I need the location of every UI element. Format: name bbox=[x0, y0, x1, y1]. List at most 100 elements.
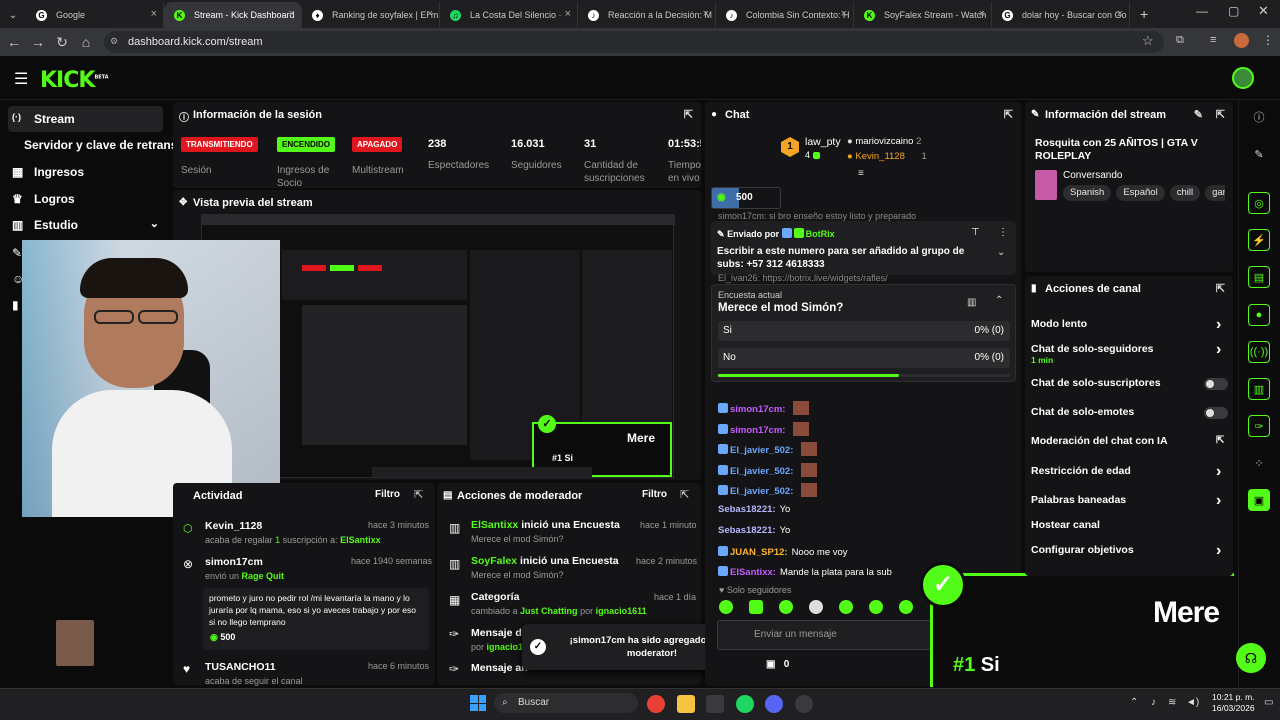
chat-message[interactable]: simon17cm: bbox=[718, 401, 810, 415]
chevron-right-icon[interactable]: › bbox=[1216, 341, 1221, 359]
kick-logo[interactable]: KICKBETA bbox=[40, 68, 109, 93]
leader-name[interactable]: law_pty bbox=[805, 136, 841, 148]
toggle-switch[interactable] bbox=[1204, 378, 1228, 390]
browser-tab[interactable]: ♪ Colombia Sin Contexto: H × bbox=[716, 2, 854, 28]
popout-icon[interactable]: ⇱ bbox=[1216, 108, 1225, 121]
support-headset-icon[interactable]: ☊ bbox=[1236, 643, 1266, 673]
channel-action-palabras-baneadas[interactable]: Palabras baneadas bbox=[1031, 494, 1126, 506]
browser-tab[interactable]: ♫ La Costa Del Silencio · × bbox=[440, 2, 578, 28]
lightning-icon[interactable]: ⚡ bbox=[1248, 229, 1270, 251]
channel-action-restricci-n-de-edad[interactable]: Restricción de edad bbox=[1031, 465, 1131, 477]
layout-icon[interactable]: ▥ bbox=[1248, 378, 1270, 400]
poll-option[interactable]: No 0% (0) bbox=[718, 348, 1010, 368]
chrome-icon[interactable] bbox=[647, 695, 665, 713]
tag[interactable]: Spanish bbox=[1063, 185, 1112, 201]
chat-message[interactable]: Sebas18221: Yo bbox=[718, 504, 790, 515]
chat-message[interactable]: ElSantixx: Mande la plata para la sub bbox=[718, 566, 892, 578]
menu-icon[interactable]: ⋮ bbox=[1262, 33, 1274, 47]
clock[interactable]: 10:21 p. m. 16/03/2026 bbox=[1212, 692, 1255, 714]
back-icon[interactable]: ← bbox=[2, 30, 26, 54]
notifications-icon[interactable]: ▭ bbox=[1264, 697, 1273, 708]
channel-action-hostear-canal[interactable]: Hostear canal bbox=[1031, 519, 1100, 531]
apps-icon[interactable]: ⁘ bbox=[1248, 452, 1270, 474]
emote-icon[interactable] bbox=[719, 600, 733, 614]
expand-leaderboard-icon[interactable]: ≡ bbox=[858, 168, 864, 179]
browser-tab[interactable]: K Stream - Kick Dashboard × bbox=[164, 2, 302, 28]
info-icon[interactable]: ⓘ bbox=[1248, 106, 1270, 128]
unpin-icon[interactable]: ⊤ bbox=[971, 227, 980, 238]
popout-icon[interactable]: ⇱ bbox=[1216, 282, 1225, 295]
emote-icon[interactable] bbox=[839, 600, 853, 614]
close-tab-icon[interactable]: × bbox=[565, 8, 571, 20]
wifi-icon[interactable]: ≋ bbox=[1168, 697, 1176, 708]
profile-avatar[interactable] bbox=[1234, 33, 1249, 48]
extensions-icon[interactable]: ⧉ bbox=[1176, 34, 1184, 47]
emote-icon[interactable] bbox=[809, 600, 823, 614]
channel-action-chat-de-solo-emotes[interactable]: Chat de solo-emotes bbox=[1031, 406, 1134, 418]
volume-icon[interactable]: ◄) bbox=[1186, 697, 1199, 708]
trash-icon[interactable]: ▥ bbox=[967, 297, 976, 308]
file-explorer-icon[interactable] bbox=[677, 695, 695, 713]
browser-tab[interactable]: Gdolar hoy - Buscar con Go × bbox=[992, 2, 1130, 28]
poll-option[interactable]: Si 0% (0) bbox=[718, 321, 1010, 341]
reload-icon[interactable]: ↻ bbox=[50, 30, 74, 54]
new-tab-button[interactable]: + bbox=[1140, 6, 1148, 22]
url-field[interactable]: dashboard.kick.com/stream bbox=[104, 31, 1164, 53]
close-window-button[interactable]: ✕ bbox=[1258, 3, 1269, 19]
browser-tab[interactable]: ♦ Ranking de soyfalex | El m × bbox=[302, 2, 440, 28]
browser-tab[interactable]: K SoyFalex Stream - Watch × bbox=[854, 2, 992, 28]
tray-chevron-icon[interactable]: ⌃ bbox=[1130, 697, 1138, 708]
mod-popout-icon[interactable]: ⇱ bbox=[680, 488, 689, 501]
obs-icon[interactable] bbox=[795, 695, 813, 713]
mod-filter-button[interactable]: Filtro bbox=[642, 489, 667, 500]
leader-name[interactable]: ● mariovizcaino 2 bbox=[847, 136, 921, 147]
pencil-icon[interactable]: ✎ bbox=[1248, 143, 1270, 165]
tag[interactable]: Español bbox=[1116, 185, 1165, 201]
chevron-right-icon[interactable]: › bbox=[1216, 463, 1221, 481]
close-tab-icon[interactable]: × bbox=[151, 8, 157, 20]
chart-icon[interactable]: ▮ bbox=[12, 298, 19, 312]
browser-tab[interactable]: G Google × bbox=[26, 2, 164, 28]
channel-action-modo-lento[interactable]: Modo lento bbox=[1031, 318, 1087, 330]
windows-start-icon[interactable] bbox=[470, 695, 486, 711]
close-tab-icon[interactable]: × bbox=[841, 8, 847, 20]
tab-list-button[interactable]: ⌄ bbox=[0, 2, 26, 28]
emote-icon[interactable] bbox=[869, 600, 883, 614]
user-avatar[interactable] bbox=[1232, 67, 1254, 89]
site-info-icon[interactable]: ⚙ bbox=[110, 36, 118, 47]
emote-icon[interactable] bbox=[749, 600, 763, 614]
channel-action-chat-de-solo-seguidores[interactable]: Chat de solo-seguidores 1 min bbox=[1031, 343, 1154, 365]
chevron-down-icon[interactable]: ⌄ bbox=[997, 247, 1005, 258]
channel-action-configurar-objetivos[interactable]: Configurar objetivos bbox=[1031, 544, 1134, 556]
toggle-switch[interactable] bbox=[1204, 407, 1228, 419]
home-icon[interactable]: ⌂ bbox=[74, 30, 98, 54]
broadcast-icon[interactable]: ((·)) bbox=[1248, 341, 1270, 363]
chat-message[interactable]: simon17cm: bbox=[718, 422, 810, 436]
activity-popout-icon[interactable]: ⇱ bbox=[414, 488, 423, 501]
store-icon[interactable] bbox=[706, 695, 724, 713]
sidebar-item-logros[interactable]: ♛ Logros bbox=[8, 186, 163, 212]
kicks-goal[interactable]: ◉ 500 bbox=[711, 187, 781, 209]
maximize-button[interactable]: ▢ bbox=[1228, 4, 1239, 18]
taskbar-search[interactable]: ⌕ Buscar bbox=[494, 693, 638, 713]
channel-action-moderaci-n-del-chat-con-ia[interactable]: Moderación del chat con IA bbox=[1031, 435, 1168, 447]
chevron-right-icon[interactable]: › bbox=[1216, 316, 1221, 334]
sidebar-item-estudio[interactable]: ▥ Estudio ⌄ bbox=[8, 212, 163, 238]
more-options-icon[interactable]: ⋮ bbox=[998, 227, 1008, 238]
chevron-up-icon[interactable]: ⌃ bbox=[995, 295, 1003, 306]
close-tab-icon[interactable]: × bbox=[427, 8, 433, 20]
emote-icon[interactable] bbox=[899, 600, 913, 614]
forward-icon[interactable]: → bbox=[26, 30, 50, 54]
chat-message[interactable]: Sebas18221: Yo bbox=[718, 525, 790, 536]
activity-filter-button[interactable]: Filtro bbox=[375, 489, 400, 500]
chevron-right-icon[interactable]: › bbox=[1216, 542, 1221, 560]
popout-icon[interactable]: ⇱ bbox=[684, 108, 693, 121]
sidebar-item-server-key[interactable]: Servidor y clave de retransmisión bbox=[8, 132, 178, 158]
document-icon[interactable]: ▤ bbox=[1248, 266, 1270, 288]
edit-icon[interactable]: ✎ bbox=[1194, 108, 1203, 121]
bookmark-star-icon[interactable]: ☆ bbox=[1142, 33, 1154, 49]
spotify-icon[interactable] bbox=[736, 695, 754, 713]
chat-message[interactable]: El_javier_502: bbox=[718, 463, 818, 477]
chat-message[interactable]: El_javier_502: bbox=[718, 483, 818, 497]
hamburger-menu-icon[interactable]: ☰ bbox=[14, 69, 28, 89]
